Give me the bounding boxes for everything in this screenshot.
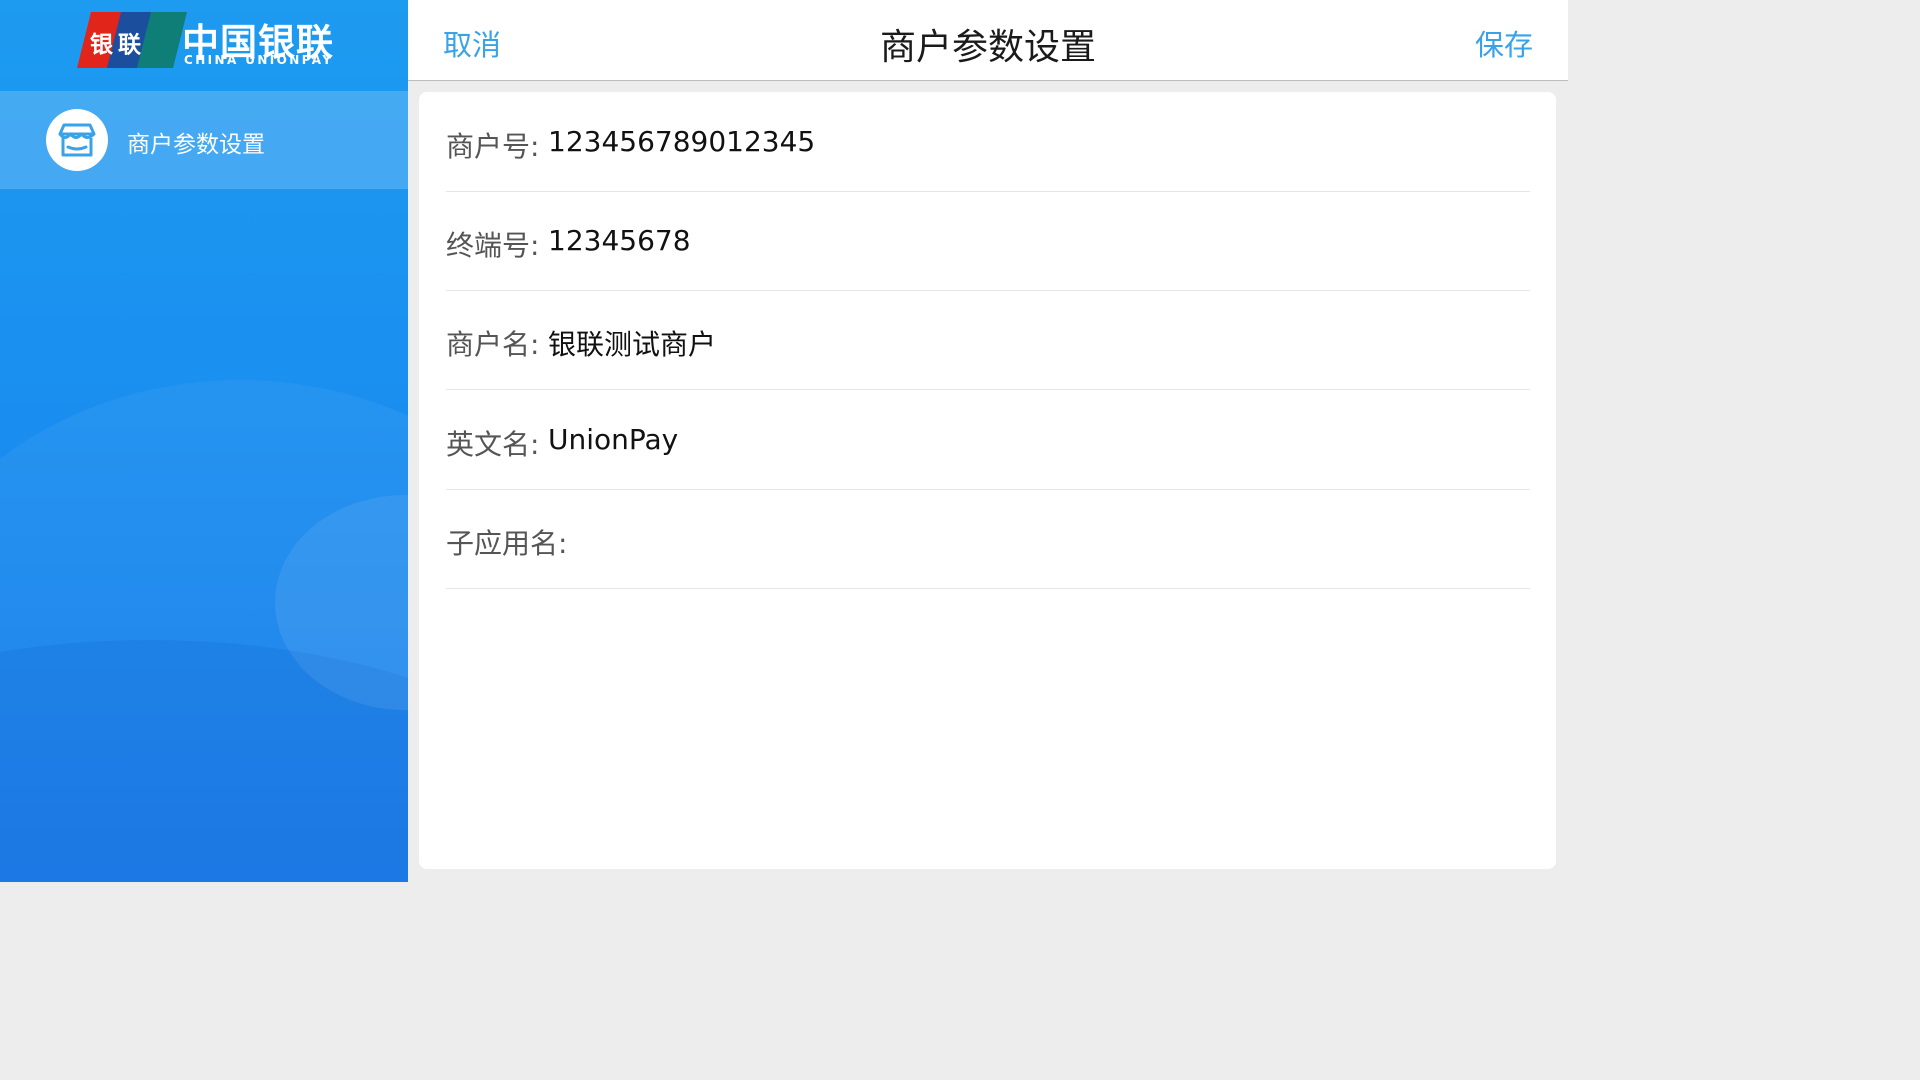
settings-form: 商户号: 123456789012345 终端号: 12345678 商户名: … xyxy=(419,92,1556,869)
sidebar-item-merchant-settings[interactable]: 商户参数设置 xyxy=(0,91,408,189)
merchant-id-value[interactable]: 123456789012345 xyxy=(548,125,815,158)
logo-card-text: 银联 xyxy=(90,32,146,58)
field-label: 终端号: xyxy=(446,229,540,262)
store-icon xyxy=(46,109,108,171)
terminal-id-field[interactable]: 终端号: 12345678 xyxy=(446,191,1530,291)
save-button[interactable]: 保存 xyxy=(1475,22,1533,64)
header-bar: 取消 商户参数设置 保存 xyxy=(408,0,1568,81)
english-name-field[interactable]: 英文名: UnionPay xyxy=(446,390,1530,490)
field-label: 英文名: xyxy=(446,428,540,461)
merchant-name-field[interactable]: 商户名: 银联测试商户 xyxy=(446,290,1530,390)
field-label: 商户号: xyxy=(446,130,540,163)
unionpay-logo: 银联 中国银联 CHINA UNIONPAY xyxy=(77,12,338,68)
page-title: 商户参数设置 xyxy=(879,27,1096,68)
sub-app-name-field[interactable]: 子应用名: xyxy=(446,489,1530,589)
merchant-id-field[interactable]: 商户号: 123456789012345 xyxy=(446,92,1530,192)
english-name-value[interactable]: UnionPay xyxy=(548,423,678,456)
field-label: 子应用名: xyxy=(446,527,568,560)
field-label: 商户名: xyxy=(446,328,540,361)
terminal-id-value[interactable]: 12345678 xyxy=(548,224,691,257)
merchant-name-value[interactable]: 银联测试商户 xyxy=(548,323,716,363)
sidebar-item-label: 商户参数设置 xyxy=(127,132,265,158)
logo-name-en: CHINA UNIONPAY xyxy=(184,53,334,67)
sidebar: 银联 中国银联 CHINA UNIONPAY 商户参数设置 xyxy=(0,0,408,882)
